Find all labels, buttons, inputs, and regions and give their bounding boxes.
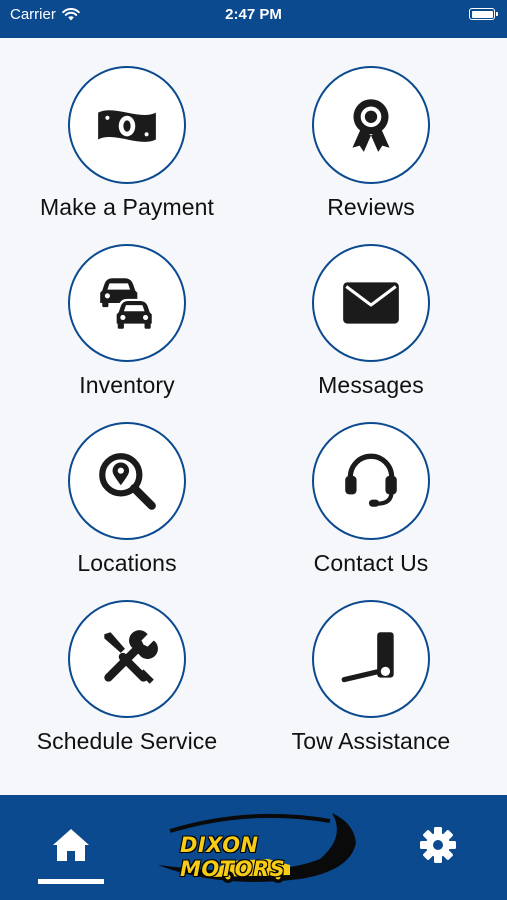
schedule-service-tile[interactable]: Schedule Service bbox=[0, 572, 254, 754]
make-payment-tile[interactable]: Make a Payment bbox=[0, 38, 254, 220]
schedule-service-icon-circle bbox=[68, 600, 186, 718]
status-bar: Carrier 2:47 PM bbox=[0, 0, 507, 38]
status-time: 2:47 PM bbox=[225, 6, 282, 23]
headset-icon bbox=[345, 453, 397, 507]
inventory-tile[interactable]: Inventory bbox=[0, 216, 254, 398]
reviews-tile[interactable]: Reviews bbox=[244, 38, 498, 220]
tow-icon bbox=[341, 632, 394, 683]
bottom-tab-bar: DIXON MOTORS bbox=[0, 795, 507, 900]
schedule-service-label: Schedule Service bbox=[36, 728, 218, 754]
locations-tile[interactable]: Locations bbox=[0, 394, 254, 576]
cars-icon bbox=[100, 278, 154, 329]
search-location-icon bbox=[99, 453, 156, 510]
locations-icon-circle bbox=[68, 422, 186, 540]
contact-us-icon-circle bbox=[312, 422, 430, 540]
tow-assistance-label: Tow Assistance bbox=[291, 728, 451, 754]
home-tab[interactable] bbox=[38, 795, 104, 887]
money-icon bbox=[98, 110, 156, 142]
menu-grid: Make a Payment Reviews Inventory Message… bbox=[0, 38, 507, 795]
dixon-motors-logo: DIXON MOTORS bbox=[150, 803, 362, 889]
contact-us-tile[interactable]: Contact Us bbox=[244, 394, 498, 576]
reviews-icon-circle bbox=[312, 66, 430, 184]
envelope-icon bbox=[343, 282, 399, 324]
tools-icon bbox=[104, 630, 158, 684]
battery-icon bbox=[469, 8, 498, 20]
tow-assistance-icon-circle bbox=[312, 600, 430, 718]
home-tab-indicator bbox=[38, 879, 104, 884]
make-payment-icon-circle bbox=[68, 66, 186, 184]
gear-icon bbox=[420, 827, 456, 863]
logo-text: DIXON MOTORS bbox=[180, 833, 286, 881]
inventory-icon-circle bbox=[68, 244, 186, 362]
settings-tab[interactable] bbox=[418, 825, 458, 865]
messages-tile[interactable]: Messages bbox=[244, 216, 498, 398]
home-icon bbox=[53, 829, 89, 861]
messages-icon-circle bbox=[312, 244, 430, 362]
tow-assistance-tile[interactable]: Tow Assistance bbox=[244, 572, 498, 754]
award-ribbon-icon bbox=[352, 99, 390, 152]
